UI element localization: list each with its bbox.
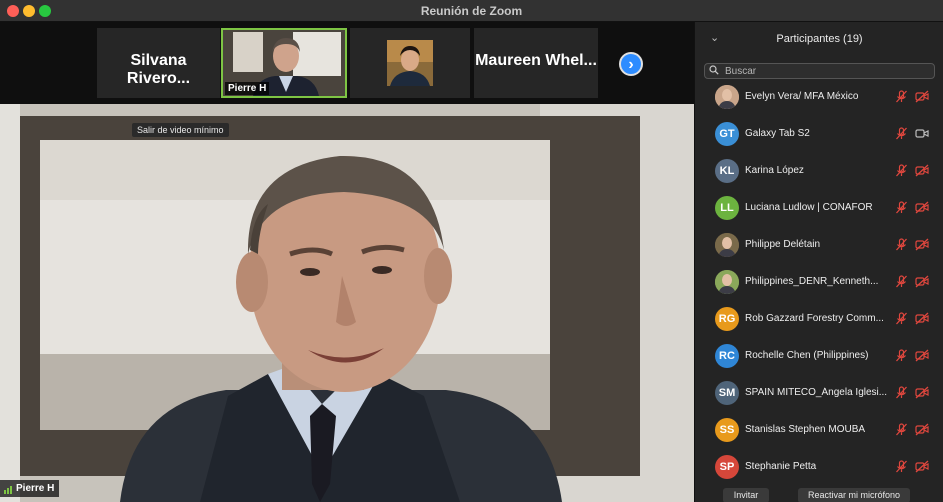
participant-row[interactable]: SS Stanislas Stephen MOUBA bbox=[695, 417, 943, 454]
participant-row[interactable]: RG Rob Gazzard Forestry Comm... bbox=[695, 306, 943, 343]
avatar: RG bbox=[715, 307, 739, 331]
participant-name: Stanislas Stephen MOUBA bbox=[745, 424, 866, 435]
participant-name: Galaxy Tab S2 bbox=[745, 128, 810, 139]
mic-muted-icon[interactable] bbox=[895, 238, 908, 251]
main-video bbox=[0, 104, 694, 502]
camera-off-icon[interactable] bbox=[915, 349, 929, 362]
participant-name: Karina López bbox=[745, 165, 804, 176]
avatar-initials: RG bbox=[718, 313, 736, 325]
participant-tile[interactable]: Silvana Rivero... bbox=[97, 28, 220, 98]
active-speaker-label: Pierre H bbox=[0, 480, 60, 497]
avatar-initials: GT bbox=[719, 128, 735, 140]
avatar bbox=[715, 85, 739, 109]
participant-name: Rob Gazzard Forestry Comm... bbox=[745, 313, 884, 324]
search-input[interactable] bbox=[725, 65, 930, 77]
window-title: Reunión de Zoom bbox=[420, 4, 523, 18]
camera-off-icon[interactable] bbox=[915, 312, 929, 325]
participant-row[interactable]: LL Luciana Ludlow | CONAFOR bbox=[695, 195, 943, 232]
participant-tile[interactable] bbox=[350, 28, 470, 98]
participant-name: Philippines_DENR_Kenneth... bbox=[745, 276, 879, 287]
participants-panel-header: ⌄ Participantes (19) bbox=[695, 22, 943, 58]
participant-row[interactable]: Philippines_DENR_Kenneth... bbox=[695, 269, 943, 306]
title-bar: Reunión de Zoom bbox=[0, 0, 943, 22]
camera-off-icon[interactable] bbox=[915, 201, 929, 214]
unmute-me-button[interactable]: Reactivar mi micrófono bbox=[798, 488, 910, 502]
participant-row[interactable]: KL Karina López bbox=[695, 158, 943, 195]
invite-button[interactable]: Invitar bbox=[723, 488, 769, 502]
zoom-window: Reunión de Zoom Silvana Rivero... Pierre… bbox=[0, 0, 943, 502]
participants-panel: ⌄ Participantes (19) Evelyn Vera/ MFA Mé… bbox=[694, 22, 943, 502]
participant-name: SPAIN MITECO_Ángela Iglesi... bbox=[745, 387, 888, 398]
avatar: SM bbox=[715, 381, 739, 405]
mic-muted-icon[interactable] bbox=[895, 312, 908, 325]
mic-muted-icon[interactable] bbox=[895, 201, 908, 214]
avatar bbox=[715, 233, 739, 257]
participant-tile-name: Pierre H bbox=[225, 82, 270, 95]
participants-panel-footer: Invitar Reactivar mi micrófono bbox=[695, 486, 943, 502]
camera-off-icon[interactable] bbox=[915, 90, 929, 103]
participant-video bbox=[350, 28, 470, 98]
participants-search[interactable] bbox=[704, 63, 935, 79]
exit-minimal-video-tooltip[interactable]: Salir de video mínimo bbox=[132, 123, 229, 137]
participant-tile-active[interactable]: Pierre H bbox=[221, 28, 347, 98]
camera-off-icon[interactable] bbox=[915, 386, 929, 399]
camera-off-icon[interactable] bbox=[915, 460, 929, 473]
participant-name: Stephanie Petta bbox=[745, 461, 817, 472]
avatar: KL bbox=[715, 159, 739, 183]
participant-tile-name: Maureen Whel... bbox=[475, 52, 597, 69]
mic-muted-icon[interactable] bbox=[895, 164, 908, 177]
mic-muted-icon[interactable] bbox=[895, 90, 908, 103]
mic-muted-icon[interactable] bbox=[895, 127, 908, 140]
participant-row[interactable]: Philippe Delétain bbox=[695, 232, 943, 269]
participant-tile-name: Silvana Rivero... bbox=[126, 52, 191, 87]
avatar-initials: SM bbox=[718, 387, 736, 399]
camera-off-icon[interactable] bbox=[915, 164, 929, 177]
participant-row[interactable]: RC Rochelle Chen (Philippines) bbox=[695, 343, 943, 380]
participant-name: Rochelle Chen (Philippines) bbox=[745, 350, 869, 361]
mic-muted-icon[interactable] bbox=[895, 349, 908, 362]
mic-muted-icon[interactable] bbox=[895, 423, 908, 436]
mic-muted-icon[interactable] bbox=[895, 275, 908, 288]
chevron-right-icon: › bbox=[628, 56, 634, 73]
participant-name: Luciana Ludlow | CONAFOR bbox=[745, 202, 873, 213]
participant-list: Evelyn Vera/ MFA México GT Galaxy Tab S2 KL… bbox=[695, 84, 943, 491]
avatar-initials: SP bbox=[719, 461, 735, 473]
avatar-initials: SS bbox=[719, 424, 735, 436]
signal-strength-icon bbox=[4, 483, 13, 494]
participant-name: Philippe Delétain bbox=[745, 239, 821, 250]
next-page-button[interactable]: › bbox=[619, 52, 643, 76]
participant-name: Evelyn Vera/ MFA México bbox=[745, 91, 859, 102]
participant-row[interactable]: GT Galaxy Tab S2 bbox=[695, 121, 943, 158]
active-speaker-name: Pierre H bbox=[16, 483, 55, 494]
participant-row[interactable]: Evelyn Vera/ MFA México bbox=[695, 84, 943, 121]
mic-muted-icon[interactable] bbox=[895, 460, 908, 473]
camera-off-icon[interactable] bbox=[915, 275, 929, 288]
avatar: LL bbox=[715, 196, 739, 220]
participants-title: Participantes (19) bbox=[776, 33, 863, 45]
avatar-initials: KL bbox=[719, 165, 735, 177]
avatar: GT bbox=[715, 122, 739, 146]
mic-muted-icon[interactable] bbox=[895, 386, 908, 399]
search-icon bbox=[709, 65, 719, 75]
camera-icon[interactable] bbox=[915, 127, 929, 140]
avatar: SS bbox=[715, 418, 739, 442]
camera-off-icon[interactable] bbox=[915, 423, 929, 436]
thumbnail-strip: Silvana Rivero... Pierre H Maureen Whel.… bbox=[0, 22, 694, 104]
participant-tile[interactable]: Maureen Whel... bbox=[474, 28, 598, 98]
camera-off-icon[interactable] bbox=[915, 238, 929, 251]
avatar: RC bbox=[715, 344, 739, 368]
participant-row[interactable]: SM SPAIN MITECO_Ángela Iglesi... bbox=[695, 380, 943, 417]
avatar-initials: LL bbox=[720, 202, 734, 214]
avatar: SP bbox=[715, 455, 739, 479]
avatar-initials: RC bbox=[719, 350, 735, 362]
avatar bbox=[715, 270, 739, 294]
speaker-video bbox=[0, 104, 694, 502]
